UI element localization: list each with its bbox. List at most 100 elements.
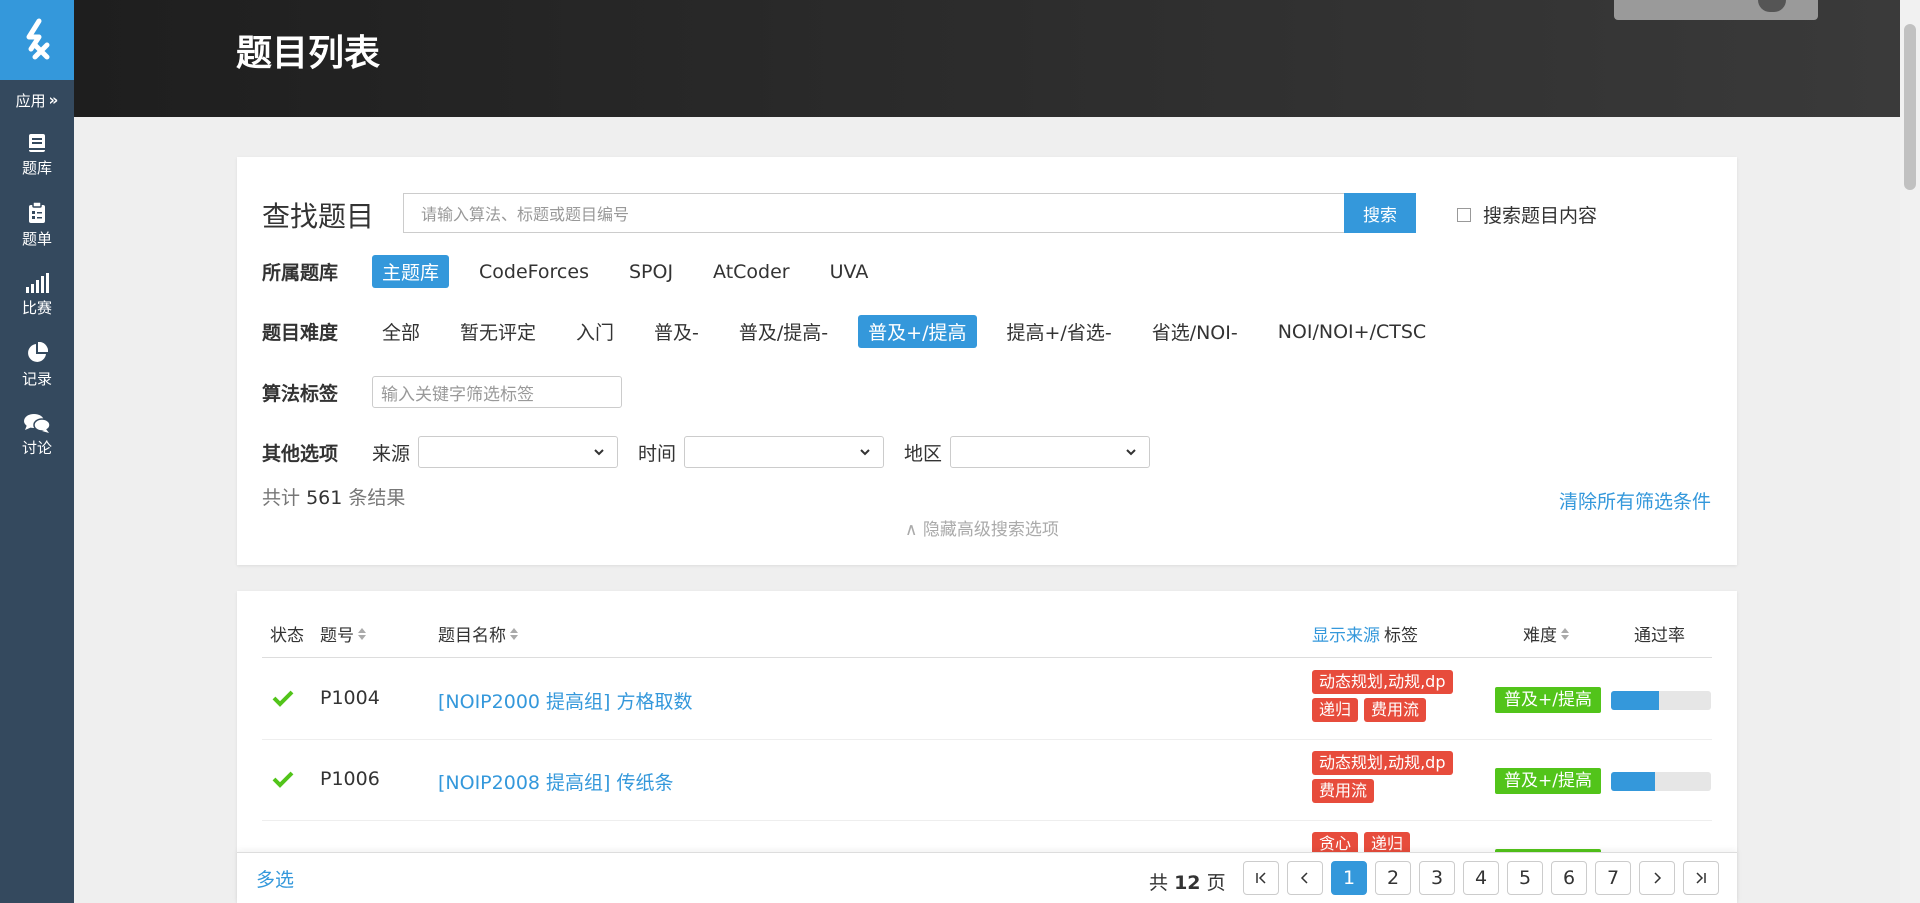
difficulty-chip[interactable]: 提高+/省选- [997, 315, 1122, 348]
sidebar-item-label: 讨论 [21, 438, 52, 457]
chevron-left-icon [1300, 872, 1308, 884]
problem-title-link[interactable]: [NOIP2008 提高组] 传纸条 [438, 768, 674, 795]
chat-bubbles-icon [24, 413, 50, 433]
pass-rate-fill [1611, 691, 1659, 710]
other-filter-row: 其他选项 来源 时间 地区 [262, 436, 1170, 468]
tag-badge[interactable]: 动态规划,动规,dp [1312, 670, 1453, 694]
sidebar-item-contest[interactable]: 比赛 [0, 260, 74, 330]
first-page-button[interactable] [1243, 861, 1279, 895]
difficulty-filter-label: 题目难度 [262, 322, 339, 344]
col-title-label: 题目名称 [438, 626, 506, 646]
difficulty-chip[interactable]: 普及- [644, 315, 709, 348]
next-page-button[interactable] [1639, 861, 1675, 895]
tag-filter-input[interactable]: 输入关键字筛选标签 [372, 376, 622, 408]
col-difficulty[interactable]: 难度 [1523, 621, 1569, 646]
double-chevron-right-icon: » [48, 91, 59, 109]
sort-icon [510, 627, 518, 641]
pie-chart-icon [28, 341, 48, 362]
page-total-prefix: 共 [1149, 872, 1169, 894]
tag-badge[interactable]: 费用流 [1312, 779, 1375, 803]
sidebar-item-record[interactable]: 记录 [0, 330, 74, 400]
problem-id: P1006 [320, 768, 380, 790]
problem-title-link[interactable]: [NOIP2000 提高组] 方格取数 [438, 687, 693, 714]
page-total: 共 12 页 [1149, 868, 1226, 895]
sidebar: 应用 » 题库 题单 比赛 记录 讨论 [0, 0, 74, 903]
difficulty-chip[interactable]: 省选/NOI- [1142, 315, 1248, 348]
col-pass-rate-label: 通过率 [1634, 626, 1685, 646]
accepted-check-icon [272, 770, 294, 792]
search-content-label: 搜索题目内容 [1483, 205, 1598, 227]
user-menu[interactable] [1614, 0, 1818, 20]
first-page-icon [1256, 872, 1266, 884]
tag-badge[interactable]: 动态规划,动规,dp [1312, 751, 1453, 775]
luogu-logo[interactable] [0, 0, 74, 80]
bank-chip[interactable]: UVA [820, 258, 879, 286]
pass-rate-fill [1611, 772, 1655, 791]
source-select[interactable] [418, 436, 619, 468]
table-header: 状态 题号 题目名称 显示来源 标签 难度 通过率 [262, 591, 1712, 658]
scrollbar-thumb[interactable] [1904, 24, 1916, 190]
sidebar-item-label: 记录 [21, 369, 52, 388]
avatar[interactable] [1758, 0, 1786, 12]
col-status-label: 状态 [270, 626, 304, 646]
difficulty-chip[interactable]: 普及/提高- [729, 315, 838, 348]
sort-icon [358, 627, 366, 641]
search-input[interactable]: 请输入算法、标题或题目编号 [403, 193, 1345, 233]
page-button[interactable]: 6 [1551, 861, 1587, 895]
apps-toggle[interactable]: 应用 » [0, 80, 74, 120]
chevron-down-icon [860, 449, 870, 456]
difficulty-chip[interactable]: NOI/NOI+/CTSC [1268, 318, 1436, 346]
scrollbar[interactable] [1900, 0, 1920, 903]
chevron-up-icon: ∧ [905, 520, 918, 540]
bank-chip[interactable]: SPOJ [619, 258, 683, 286]
tag-filter-label: 算法标签 [262, 382, 339, 405]
region-select[interactable] [950, 436, 1151, 468]
difficulty-chip[interactable]: 暂无评定 [450, 315, 546, 348]
page-button[interactable]: 3 [1419, 861, 1455, 895]
difficulty-chip[interactable]: 普及+/提高 [858, 315, 977, 348]
difficulty-chip[interactable]: 全部 [372, 315, 430, 348]
show-source-link[interactable]: 显示来源 [1312, 621, 1380, 646]
difficulty-chip[interactable]: 入门 [566, 315, 624, 348]
page-button[interactable]: 7 [1595, 861, 1631, 895]
sidebar-item-problems[interactable]: 题库 [0, 120, 74, 190]
search-content-checkbox[interactable] [1457, 207, 1471, 222]
result-count-prefix: 共计 [262, 487, 301, 509]
tag-badge[interactable]: 费用流 [1364, 698, 1427, 722]
clear-filters-link[interactable]: 清除所有筛选条件 [1559, 487, 1711, 514]
multi-select-button[interactable]: 多选 [256, 865, 294, 892]
time-select[interactable] [684, 436, 885, 468]
accepted-check-icon [272, 689, 294, 711]
logo-icon [26, 18, 50, 60]
hide-advanced-toggle[interactable]: ∧ 隐藏高级搜索选项 [905, 515, 1059, 540]
page-button[interactable]: 4 [1463, 861, 1499, 895]
bank-filter-row: 所属题库 主题库 CodeForces SPOJ AtCoder UVA [262, 255, 898, 288]
last-page-button[interactable] [1683, 861, 1719, 895]
page-button[interactable]: 2 [1375, 861, 1411, 895]
col-pid-label: 题号 [320, 626, 354, 646]
col-pass-rate: 通过率 [1634, 621, 1685, 646]
col-difficulty-label: 难度 [1523, 626, 1557, 646]
bank-chip[interactable]: 主题库 [372, 255, 450, 288]
search-panel: 查找题目 请输入算法、标题或题目编号 搜索 搜索题目内容 所属题库 主题库 Cod… [237, 157, 1737, 565]
search-button[interactable]: 搜索 [1344, 193, 1416, 233]
search-content-option[interactable]: 搜索题目内容 [1457, 201, 1597, 228]
bank-chip[interactable]: AtCoder [703, 258, 800, 286]
bar-signal-icon [26, 272, 49, 293]
page-button[interactable]: 1 [1331, 861, 1367, 895]
sidebar-item-training[interactable]: 题单 [0, 190, 74, 260]
prev-page-button[interactable] [1287, 861, 1323, 895]
clipboard-icon [29, 201, 45, 223]
page-button[interactable]: 5 [1507, 861, 1543, 895]
sidebar-item-discuss[interactable]: 讨论 [0, 400, 74, 470]
col-tags-label: 标签 [1384, 626, 1418, 646]
tag-badge[interactable]: 递归 [1312, 698, 1359, 722]
sidebar-item-label: 比赛 [21, 298, 52, 317]
col-title[interactable]: 题目名称 [438, 621, 518, 646]
other-filter-label: 其他选项 [262, 442, 339, 465]
bank-chip[interactable]: CodeForces [469, 258, 599, 286]
pager: 1234567 [1243, 861, 1719, 895]
result-count-suffix: 条结果 [348, 487, 406, 509]
source-label: 来源 [372, 442, 411, 465]
col-pid[interactable]: 题号 [320, 621, 366, 646]
